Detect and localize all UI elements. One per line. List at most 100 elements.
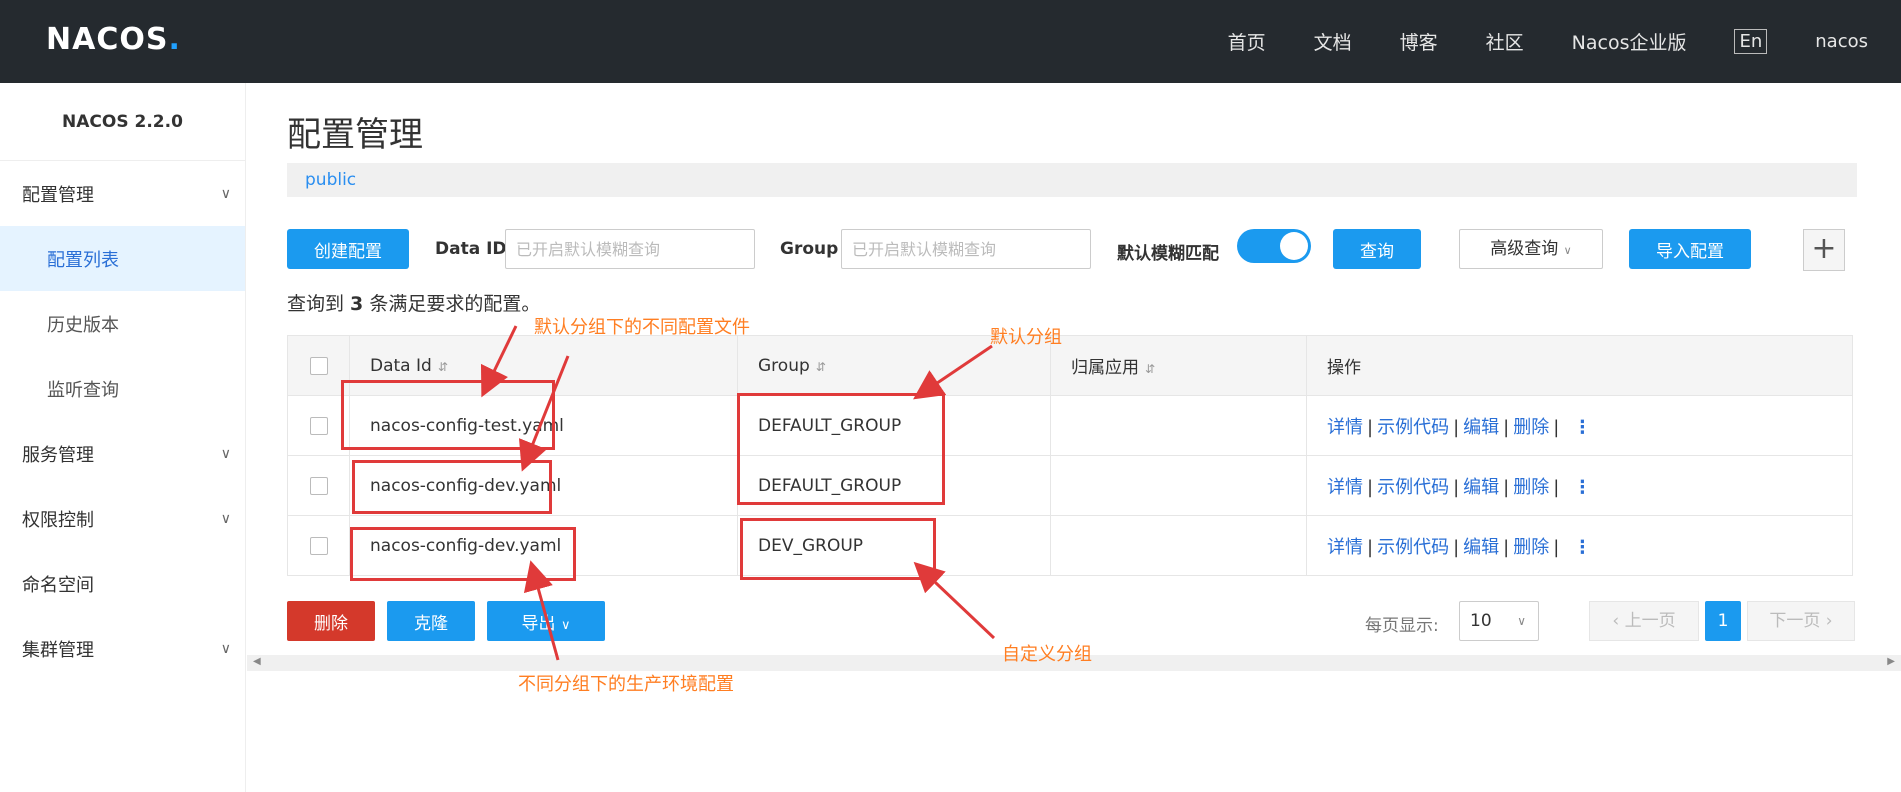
separator: | — [1453, 416, 1460, 438]
dataid-label: Data ID — [435, 239, 507, 259]
clone-button[interactable]: 克隆 — [387, 601, 475, 641]
edit-link[interactable]: 编辑 — [1463, 537, 1499, 558]
header-label: Data Id — [370, 355, 432, 376]
sidebar: NACOS 2.2.0 配置管理 ∨ 配置列表 历史版本 监听查询 服务管理 ∨… — [0, 83, 246, 792]
separator: | — [1503, 476, 1510, 498]
result-count: 3 — [350, 293, 364, 315]
prev-page-button[interactable]: ‹ 上一页 — [1589, 601, 1699, 641]
annotation-box — [352, 460, 552, 514]
more-icon[interactable]: ⋮ — [1573, 537, 1591, 558]
cell-operations: 详情 | 示例代码 | 编辑 | 删除 | ⋮ — [1306, 515, 1853, 576]
sort-icon[interactable]: ⇵ — [1145, 362, 1155, 376]
detail-link[interactable]: 详情 — [1327, 417, 1363, 438]
export-button[interactable]: 导出 ∨ — [487, 601, 605, 641]
nav-community[interactable]: 社区 — [1486, 28, 1524, 55]
export-label: 导出 — [521, 613, 556, 634]
edit-link[interactable]: 编辑 — [1463, 477, 1499, 498]
nav-home[interactable]: 首页 — [1228, 28, 1266, 55]
delete-link[interactable]: 删除 — [1513, 537, 1549, 558]
result-suffix: 条满足要求的配置。 — [363, 293, 541, 315]
chevron-right-icon: › — [1825, 611, 1833, 631]
dataid-input[interactable] — [505, 229, 755, 269]
sidebar-group-label: 配置管理 — [22, 184, 94, 206]
cell-operations: 详情 | 示例代码 | 编辑 | 删除 | ⋮ — [1306, 395, 1853, 456]
page-size-value: 10 — [1470, 611, 1492, 631]
separator: | — [1367, 536, 1374, 558]
sample-code-link[interactable]: 示例代码 — [1377, 477, 1449, 498]
header-app[interactable]: 归属应用 ⇵ — [1050, 335, 1307, 396]
sidebar-item-listener[interactable]: 监听查询 — [0, 356, 245, 421]
delete-link[interactable]: 删除 — [1513, 417, 1549, 438]
chevron-down-icon: ∨ — [220, 640, 231, 657]
separator: | — [1503, 416, 1510, 438]
nav-enterprise[interactable]: Nacos企业版 — [1572, 28, 1687, 55]
result-summary: 查询到 3 条满足要求的配置。 — [287, 289, 540, 316]
scroll-left-icon[interactable]: ◀ — [253, 656, 261, 667]
sample-code-link[interactable]: 示例代码 — [1377, 537, 1449, 558]
nav-docs[interactable]: 文档 — [1314, 28, 1352, 55]
row-checkbox[interactable] — [309, 536, 328, 555]
chevron-down-icon: ∨ — [560, 617, 571, 633]
row-checkbox[interactable] — [309, 476, 328, 495]
annotation-default-files: 默认分组下的不同配置文件 — [534, 317, 750, 338]
separator: | — [1367, 416, 1374, 438]
header-label: 归属应用 — [1071, 358, 1139, 378]
header-label: Group — [758, 355, 810, 376]
query-button[interactable]: 查询 — [1333, 229, 1421, 269]
sidebar-item-history[interactable]: 历史版本 — [0, 291, 245, 356]
nav-blog[interactable]: 博客 — [1400, 28, 1438, 55]
row-select-cell — [287, 455, 350, 516]
fuzzy-match-toggle[interactable] — [1237, 229, 1311, 263]
sidebar-group-auth[interactable]: 权限控制 ∨ — [0, 486, 245, 551]
advanced-query-dropdown[interactable]: 高级查询 ∨ — [1459, 229, 1603, 269]
cell-app — [1050, 395, 1307, 456]
cell-app — [1050, 455, 1307, 516]
sidebar-group-label: 命名空间 — [22, 574, 94, 596]
sidebar-item-namespace[interactable]: 命名空间 — [0, 551, 245, 616]
group-input[interactable] — [841, 229, 1091, 269]
annotation-box — [350, 527, 576, 581]
page-size-select[interactable]: 10 ∨ — [1459, 601, 1539, 641]
advanced-query-label: 高级查询 — [1490, 239, 1559, 259]
sidebar-group-service[interactable]: 服务管理 ∨ — [0, 421, 245, 486]
chevron-down-icon: ∨ — [1563, 244, 1572, 257]
sidebar-group-label: 集群管理 — [22, 639, 94, 661]
delete-link[interactable]: 删除 — [1513, 477, 1549, 498]
cell-app — [1050, 515, 1307, 576]
next-page-button[interactable]: 下一页 › — [1747, 601, 1855, 641]
edit-link[interactable]: 编辑 — [1463, 417, 1499, 438]
plus-icon[interactable]: + — [1803, 229, 1845, 271]
import-config-button[interactable]: 导入配置 — [1629, 229, 1751, 269]
cell-operations: 详情 | 示例代码 | 编辑 | 删除 | ⋮ — [1306, 455, 1853, 516]
sidebar-item-config-list[interactable]: 配置列表 — [0, 226, 245, 291]
sort-icon[interactable]: ⇵ — [438, 360, 448, 374]
detail-link[interactable]: 详情 — [1327, 477, 1363, 498]
sidebar-group-config[interactable]: 配置管理 ∨ — [0, 161, 245, 226]
more-icon[interactable]: ⋮ — [1573, 417, 1591, 438]
chevron-left-icon: ‹ — [1612, 611, 1620, 631]
create-config-button[interactable]: 创建配置 — [287, 229, 409, 269]
annotation-box — [341, 380, 555, 450]
select-all-checkbox[interactable] — [309, 356, 328, 375]
nacos-logo[interactable]: NACOS. — [46, 22, 181, 57]
scroll-right-icon[interactable]: ▶ — [1887, 656, 1895, 667]
sidebar-group-label: 服务管理 — [22, 444, 94, 466]
result-prefix: 查询到 — [287, 293, 351, 315]
namespace-public[interactable]: public — [305, 170, 356, 190]
sort-icon[interactable]: ⇵ — [816, 360, 826, 374]
current-page[interactable]: 1 — [1705, 601, 1741, 641]
detail-link[interactable]: 详情 — [1327, 537, 1363, 558]
row-checkbox[interactable] — [309, 416, 328, 435]
user-menu[interactable]: nacos — [1815, 31, 1868, 52]
language-toggle[interactable]: En — [1734, 29, 1768, 54]
separator: | — [1503, 536, 1510, 558]
annotation-box — [740, 518, 936, 580]
sidebar-group-cluster[interactable]: 集群管理 ∨ — [0, 616, 245, 681]
separator: | — [1453, 476, 1460, 498]
chevron-down-icon: ∨ — [220, 510, 231, 527]
sample-code-link[interactable]: 示例代码 — [1377, 417, 1449, 438]
delete-button[interactable]: 删除 — [287, 601, 375, 641]
separator: | — [1453, 536, 1460, 558]
more-icon[interactable]: ⋮ — [1573, 477, 1591, 498]
next-page-label: 下一页 — [1769, 611, 1821, 631]
